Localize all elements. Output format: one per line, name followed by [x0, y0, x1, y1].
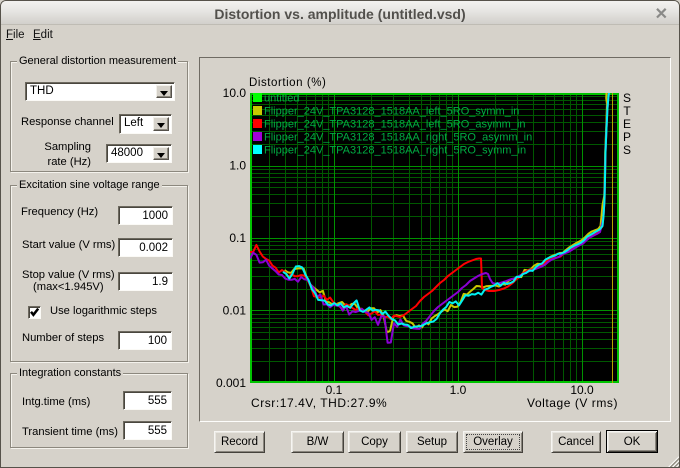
svg-text:10.0: 10.0 — [223, 86, 247, 100]
svg-text:S: S — [623, 91, 631, 105]
svg-text:S: S — [623, 143, 631, 157]
svg-text:P: P — [623, 130, 631, 144]
svg-text:Voltage (V rms): Voltage (V rms) — [527, 396, 618, 410]
svg-text:T: T — [623, 104, 631, 118]
svg-text:1.0: 1.0 — [229, 159, 246, 173]
svg-text:Flipper_24V_TPA3128_1518AA_lef: Flipper_24V_TPA3128_1518AA_left_5RO_asym… — [264, 119, 526, 131]
svg-text:1.0: 1.0 — [450, 383, 467, 397]
svg-text:Flipper_24V_TPA3128_1518AA_lef: Flipper_24V_TPA3128_1518AA_left_5RO_symm… — [264, 106, 519, 118]
svg-text:0.1: 0.1 — [326, 383, 343, 397]
svg-text:Flipper_24V_TPA3128_1518AA_rig: Flipper_24V_TPA3128_1518AA_right_5RO_sym… — [264, 145, 526, 157]
svg-text:0.01: 0.01 — [223, 304, 247, 318]
svg-text:10.0: 10.0 — [570, 383, 594, 397]
svg-text:untitled: untitled — [264, 93, 299, 105]
svg-text:0.1: 0.1 — [229, 231, 246, 245]
svg-text:Flipper_24V_TPA3128_1518AA_rig: Flipper_24V_TPA3128_1518AA_right_5RO_asy… — [264, 132, 532, 144]
svg-text:0.001: 0.001 — [216, 376, 246, 390]
svg-text:E: E — [623, 117, 631, 131]
svg-text:Distortion (%): Distortion (%) — [249, 77, 326, 89]
svg-text:Crsr:17.4V, THD:27.9%: Crsr:17.4V, THD:27.9% — [251, 396, 387, 410]
